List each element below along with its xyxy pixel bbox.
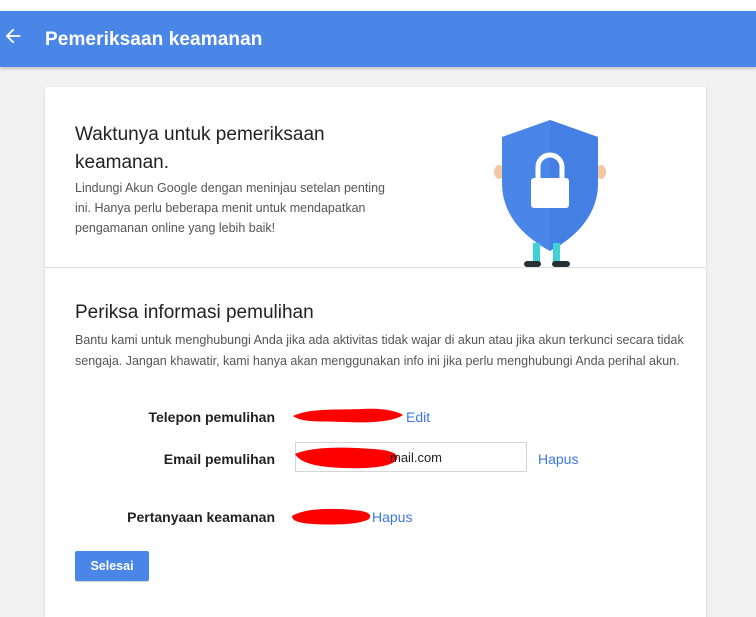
edit-phone-link[interactable]: Edit: [406, 409, 430, 425]
app-bar: Pemeriksaan keamanan: [0, 11, 756, 67]
intro-headline: Waktunya untuk pemeriksaan keamanan.: [75, 124, 325, 173]
recovery-email-value: mail.com: [390, 450, 443, 465]
recovery-section-description: Bantu kami untuk menghubungi Anda jika a…: [75, 333, 684, 368]
done-button[interactable]: Selesai: [75, 551, 149, 581]
back-button[interactable]: [2, 25, 26, 51]
security-checkup-card: Waktunya untuk pemeriksaan keamanan. Lin…: [45, 87, 706, 617]
page-title: Pemeriksaan keamanan: [45, 29, 263, 50]
redaction-mark: [293, 408, 403, 423]
arrow-back-icon: [5, 28, 21, 44]
top-strip: [0, 0, 756, 11]
security-question-label: Pertanyaan keamanan: [127, 509, 275, 525]
recovery-phone-label: Telepon pemulihan: [148, 409, 275, 425]
redaction-mark: [295, 447, 398, 469]
intro-section: Waktunya untuk pemeriksaan keamanan. Lin…: [45, 87, 706, 268]
redaction-mark: [292, 508, 371, 525]
intro-body: Lindungi Akun Google dengan meninjau set…: [75, 181, 385, 235]
remove-email-link[interactable]: Hapus: [538, 451, 578, 467]
recovery-email-label: Email pemulihan: [163, 451, 275, 467]
recovery-section-title: Periksa informasi pemulihan: [75, 302, 314, 323]
shield-lock-illustration: [494, 120, 606, 267]
remove-security-question-link[interactable]: Hapus: [372, 509, 412, 525]
